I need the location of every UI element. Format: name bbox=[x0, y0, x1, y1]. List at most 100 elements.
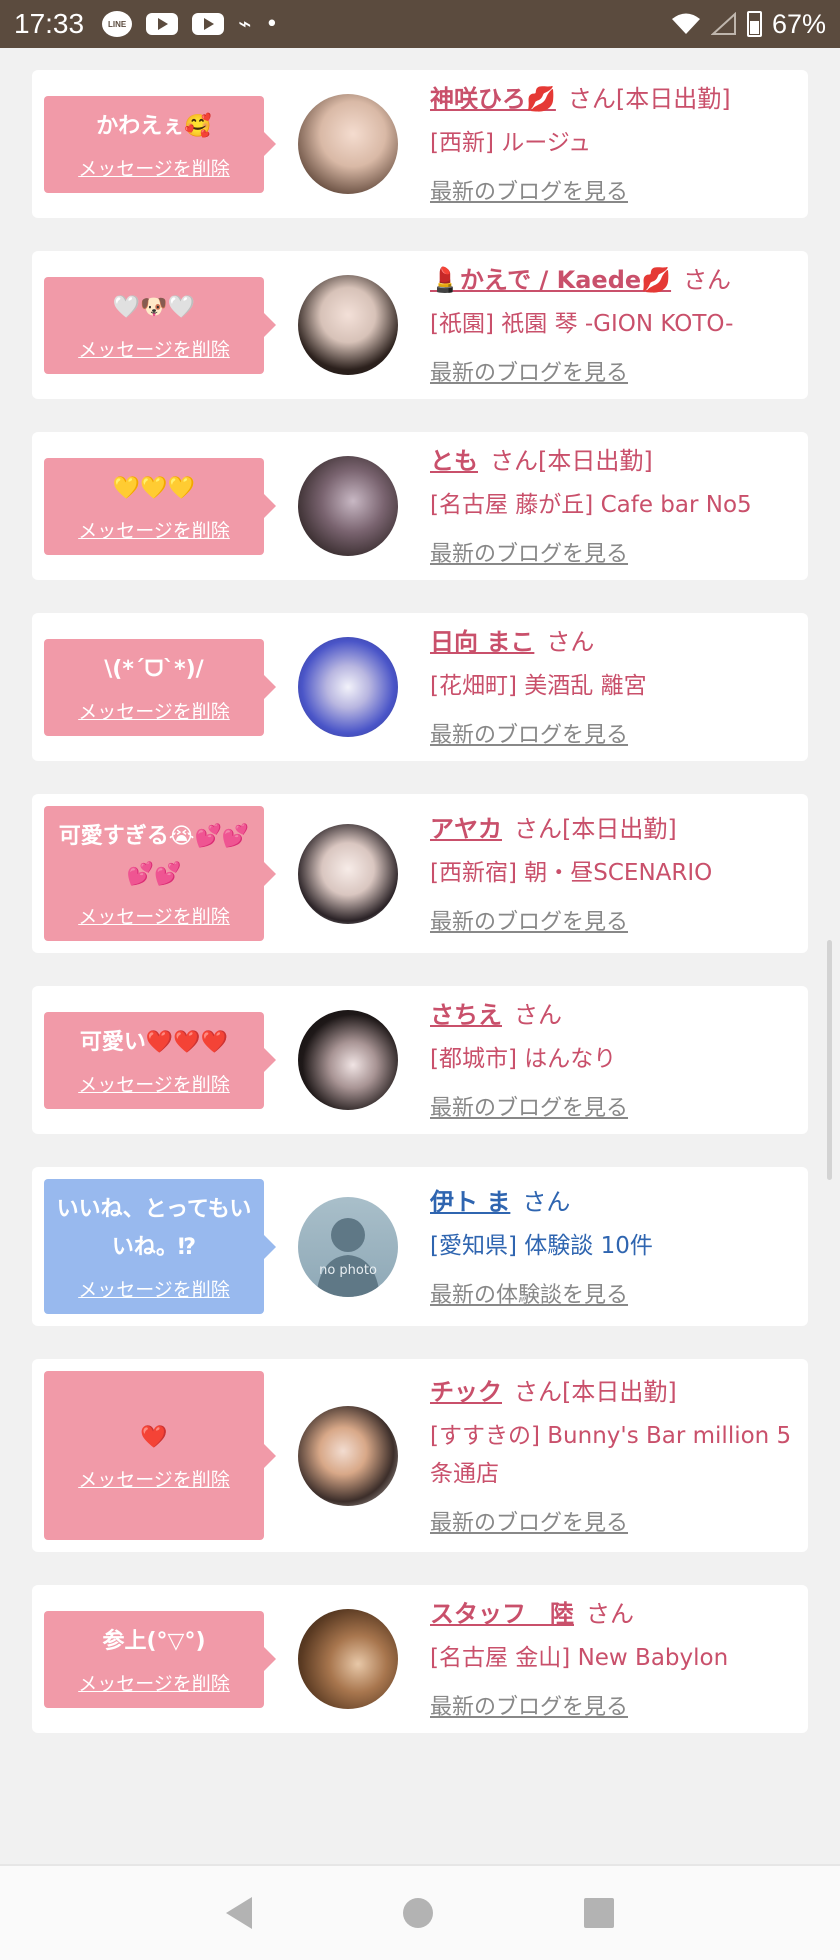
profile-name-link[interactable]: 💄かえで / Kaede💋 bbox=[430, 266, 671, 294]
message-card: \(*´ᗜ`*)/ メッセージを削除 日向 まこ さん [花畑町] 美酒乱 離宮 … bbox=[32, 613, 808, 761]
message-list: かわえぇ🥰 メッセージを削除 神咲ひろ💋 さん[本日出勤] [西新] ルージュ 最… bbox=[32, 70, 808, 1766]
latest-blog-link[interactable]: 最新のブログを見る bbox=[430, 1689, 808, 1721]
notification-icon: ⌁ bbox=[238, 11, 252, 37]
shop-info: [西新] ルージュ bbox=[430, 130, 592, 156]
message-card: 💛💛💛 メッセージを削除 とも さん[本日出勤] [名古屋 藤が丘] Cafe b… bbox=[32, 432, 808, 580]
message-bubble: \(*´ᗜ`*)/ メッセージを削除 bbox=[44, 638, 276, 736]
shop-info: [花畑町] 美酒乱 離宮 bbox=[430, 673, 647, 699]
shop-info: [愛知県] 体験談 10件 bbox=[430, 1232, 653, 1259]
message-text: ❤️ bbox=[140, 1425, 168, 1450]
honorific: さん bbox=[514, 814, 562, 843]
latest-report-link[interactable]: 最新の体験談を見る bbox=[430, 1277, 808, 1309]
profile-info: チック さん[本日出勤] [すすきの] Bunny's Bar million 5… bbox=[430, 1375, 808, 1537]
status-suffix: [本日出勤] bbox=[538, 447, 653, 475]
latest-blog-link[interactable]: 最新のブログを見る bbox=[430, 717, 808, 749]
scrollbar[interactable] bbox=[827, 940, 832, 1180]
wifi-icon bbox=[671, 13, 700, 34]
profile-info: さちえ さん [都城市] はんなり 最新のブログを見る bbox=[430, 998, 808, 1122]
latest-blog-link[interactable]: 最新のブログを見る bbox=[430, 1505, 808, 1537]
battery-icon bbox=[746, 11, 762, 37]
profile-info: 伊ト まさん [愛知県] 体験談 10件 最新の体験談を見る bbox=[430, 1185, 808, 1309]
message-card: ❤️ メッセージを削除 チック さん[本日出勤] [すすきの] Bunny's B… bbox=[32, 1359, 808, 1552]
latest-blog-link[interactable]: 最新のブログを見る bbox=[430, 536, 808, 568]
profile-name-link[interactable]: とも bbox=[430, 447, 478, 475]
latest-blog-link[interactable]: 最新のブログを見る bbox=[430, 174, 808, 206]
avatar[interactable] bbox=[298, 94, 398, 194]
delete-message-link[interactable]: メッセージを削除 bbox=[78, 154, 230, 181]
shop-info: [都城市] はんなり bbox=[430, 1046, 617, 1072]
avatar[interactable] bbox=[298, 823, 398, 924]
shop-info: [西新宿] 朝・昼SCENARIO bbox=[430, 859, 713, 886]
message-bubble: 参上(°▽°) メッセージを削除 bbox=[44, 1610, 276, 1708]
delete-message-link[interactable]: メッセージを削除 bbox=[78, 1070, 230, 1097]
honorific: さん bbox=[567, 85, 616, 113]
avatar[interactable] bbox=[298, 637, 398, 737]
delete-message-link[interactable]: メッセージを削除 bbox=[78, 1275, 230, 1302]
message-card: 可愛すぎる😭💕💕💕💕 メッセージを削除 アヤカ さん[本日出勤] [西新宿] 朝・… bbox=[32, 794, 808, 953]
avatar[interactable]: no photo bbox=[298, 1196, 398, 1297]
latest-blog-link[interactable]: 最新のブログを見る bbox=[430, 355, 808, 387]
profile-info: 日向 まこ さん [花畑町] 美酒乱 離宮 最新のブログを見る bbox=[430, 625, 808, 749]
profile-name-link[interactable]: 日向 まこ bbox=[430, 628, 534, 656]
honorific: さん bbox=[490, 447, 538, 475]
profile-name-link[interactable]: さちえ bbox=[430, 1001, 502, 1029]
message-text: 💛💛💛 bbox=[112, 475, 196, 501]
battery-percent: 67% bbox=[771, 8, 826, 39]
message-text: かわえぇ🥰 bbox=[96, 113, 212, 139]
avatar[interactable] bbox=[298, 1010, 398, 1110]
message-bubble: ❤️ メッセージを削除 bbox=[44, 1371, 276, 1540]
message-bubble: 💛💛💛 メッセージを削除 bbox=[44, 457, 276, 555]
delete-message-link[interactable]: メッセージを削除 bbox=[78, 335, 230, 362]
home-button[interactable] bbox=[402, 1898, 433, 1928]
avatar[interactable] bbox=[298, 1609, 398, 1709]
avatar[interactable] bbox=[298, 1405, 398, 1506]
line-app-icon: LINE bbox=[102, 11, 133, 37]
message-text: 🤍🐶🤍 bbox=[112, 294, 196, 320]
delete-message-link[interactable]: メッセージを削除 bbox=[78, 1465, 230, 1492]
message-bubble: いいね、とってもいいね。⁉ メッセージを削除 bbox=[44, 1179, 276, 1314]
profile-name-link[interactable]: チック bbox=[430, 1378, 502, 1406]
status-right: 67% bbox=[671, 9, 826, 40]
status-suffix: [本日出勤] bbox=[562, 1377, 677, 1406]
avatar[interactable] bbox=[298, 456, 398, 556]
status-suffix: [本日出勤] bbox=[615, 85, 731, 113]
profile-name-link[interactable]: 神咲ひろ💋 bbox=[430, 85, 556, 113]
delete-message-link[interactable]: メッセージを削除 bbox=[78, 697, 230, 724]
recent-apps-button[interactable] bbox=[584, 1898, 615, 1928]
android-nav-bar bbox=[0, 1864, 840, 1960]
delete-message-link[interactable]: メッセージを削除 bbox=[78, 1669, 230, 1696]
message-text: 可愛すぎる😭💕💕💕💕 bbox=[58, 824, 250, 887]
delete-message-link[interactable]: メッセージを削除 bbox=[78, 902, 230, 929]
profile-info: アヤカ さん[本日出勤] [西新宿] 朝・昼SCENARIO 最新のブログを見る bbox=[430, 812, 808, 936]
status-bar: 17:33 LINE ⌁ • 67% bbox=[0, 0, 840, 48]
profile-name-link[interactable]: 伊ト ま bbox=[430, 1188, 510, 1216]
no-photo-silhouette-icon bbox=[316, 1217, 380, 1297]
honorific: さん bbox=[683, 266, 732, 294]
shop-info: [名古屋 金山] New Babylon bbox=[430, 1645, 729, 1671]
message-text: \(*´ᗜ`*)/ bbox=[104, 656, 204, 682]
message-text: いいね、とってもいいね。⁉ bbox=[56, 1197, 252, 1260]
profile-name-link[interactable]: アヤカ bbox=[430, 815, 502, 843]
profile-info: とも さん[本日出勤] [名古屋 藤が丘] Cafe bar No5 最新のブログ… bbox=[430, 444, 808, 568]
signal-icon bbox=[710, 12, 736, 35]
youtube-icon-2 bbox=[192, 13, 225, 35]
delete-message-link[interactable]: メッセージを削除 bbox=[78, 516, 230, 543]
profile-name-link[interactable]: スタッフ 陸 bbox=[430, 1600, 574, 1628]
message-card: かわえぇ🥰 メッセージを削除 神咲ひろ💋 さん[本日出勤] [西新] ルージュ 最… bbox=[32, 70, 808, 218]
profile-info: スタッフ 陸さん [名古屋 金山] New Babylon 最新のブログを見る bbox=[430, 1597, 808, 1721]
latest-blog-link[interactable]: 最新のブログを見る bbox=[430, 1090, 808, 1122]
latest-blog-link[interactable]: 最新のブログを見る bbox=[430, 904, 808, 936]
no-photo-label: no photo bbox=[319, 1262, 377, 1278]
avatar[interactable] bbox=[298, 275, 398, 375]
message-text: 可愛い❤️❤️❤️ bbox=[79, 1029, 229, 1055]
status-suffix: [本日出勤] bbox=[562, 814, 677, 843]
youtube-icon bbox=[146, 13, 179, 35]
message-card: いいね、とってもいいね。⁉ メッセージを削除 no photo 伊ト まさん [… bbox=[32, 1167, 808, 1326]
message-bubble: かわえぇ🥰 メッセージを削除 bbox=[44, 95, 276, 193]
profile-info: 神咲ひろ💋 さん[本日出勤] [西新] ルージュ 最新のブログを見る bbox=[430, 82, 808, 206]
message-text: 参上(°▽°) bbox=[102, 1628, 206, 1654]
honorific: さん bbox=[522, 1187, 571, 1216]
message-bubble: 🤍🐶🤍 メッセージを削除 bbox=[44, 276, 276, 374]
back-button[interactable] bbox=[225, 1897, 252, 1929]
more-notifications-dot: • bbox=[265, 11, 279, 37]
